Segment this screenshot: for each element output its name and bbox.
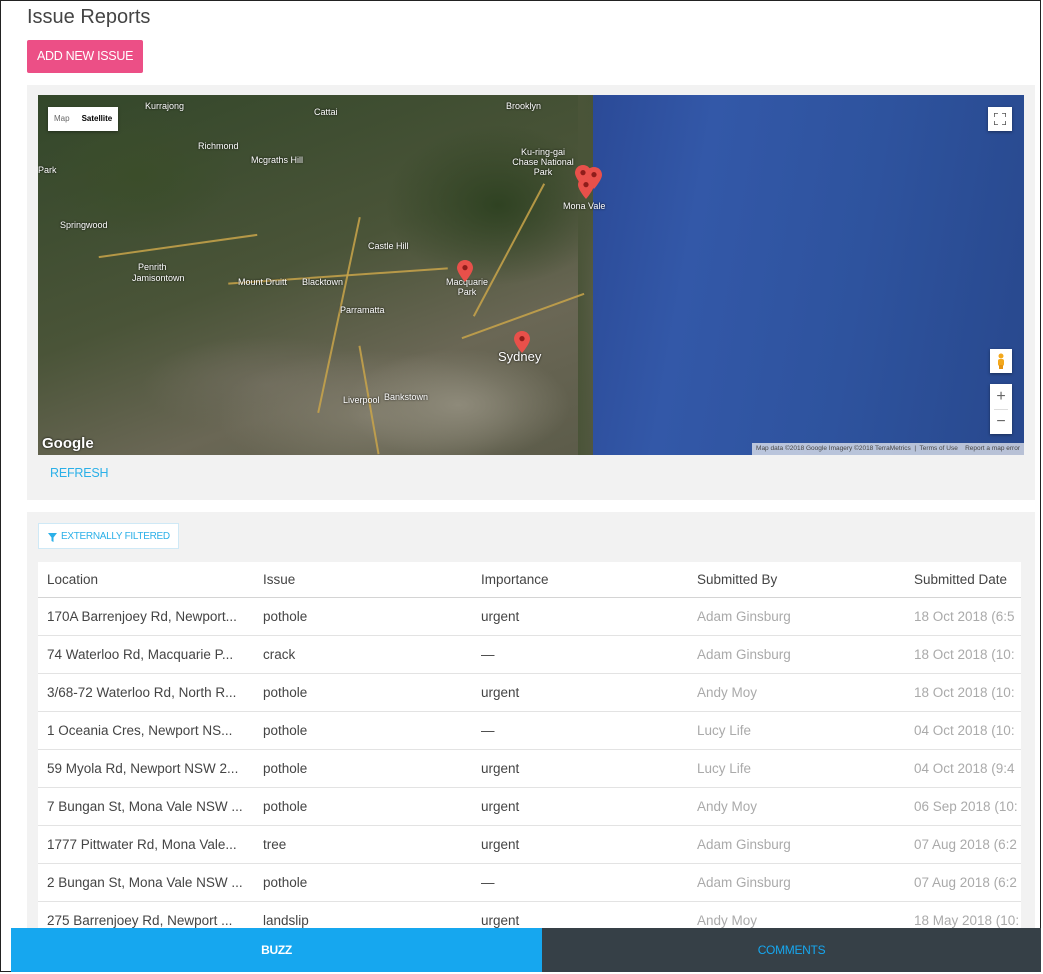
fullscreen-icon[interactable] <box>988 107 1012 131</box>
map-type-satellite[interactable]: Satellite <box>76 107 119 131</box>
table-row[interactable]: 74 Waterloo Rd, Macquarie P... crack — Adam… <box>38 636 1021 674</box>
map-type-control[interactable]: Map Satellite <box>48 107 119 131</box>
terms-of-use-link[interactable]: Terms of Use <box>920 445 958 452</box>
cell-importance: urgent <box>481 609 520 624</box>
street-view-pegman-icon[interactable] <box>990 349 1012 373</box>
zoom-in-button[interactable]: + <box>996 385 1005 409</box>
map-label: Mona Vale <box>563 201 606 211</box>
table-header-row: Location Issue Importance Submitted By S… <box>38 562 1021 598</box>
map-label: Kurrajong <box>145 101 185 111</box>
cell-submitted-by: Adam Ginsburg <box>697 837 791 852</box>
map-label: Ku-ring-gai Chase National Park <box>512 147 574 177</box>
cell-submitted-by: Adam Ginsburg <box>697 875 791 890</box>
map-label: Mcgraths Hill <box>251 155 304 165</box>
cell-location: 170A Barrenjoey Rd, Newport... <box>47 609 237 624</box>
column-header-submitted-by[interactable]: Submitted By <box>697 562 897 598</box>
cell-issue: crack <box>263 647 296 662</box>
cell-issue: pothole <box>263 799 308 814</box>
map-label: Park <box>38 165 57 175</box>
map-label: Richmond <box>198 141 239 151</box>
filter-label: EXTERNALLY FILTERED <box>61 531 170 542</box>
google-logo: Google <box>42 435 94 452</box>
cell-location: 2 Bungan St, Mona Vale NSW ... <box>47 875 243 890</box>
cell-submitted-date: 18 Oct 2018 (6:5 <box>914 609 1015 624</box>
page-title: Issue Reports <box>27 6 151 28</box>
cell-submitted-by: Andy Moy <box>697 799 758 814</box>
cell-location: 7 Bungan St, Mona Vale NSW ... <box>47 799 243 814</box>
cell-submitted-by: Adam Ginsburg <box>697 647 791 662</box>
map-label: Castle Hill <box>368 241 409 251</box>
column-header-issue[interactable]: Issue <box>263 562 463 598</box>
map-type-map[interactable]: Map <box>48 107 76 131</box>
externally-filtered-button[interactable]: EXTERNALLY FILTERED <box>38 523 179 549</box>
zoom-out-button[interactable]: − <box>996 410 1005 434</box>
cell-importance: urgent <box>481 799 520 814</box>
column-header-submitted-date[interactable]: Submitted Date <box>914 562 1021 598</box>
tab-buzz[interactable]: BUZZ <box>11 928 542 972</box>
cell-submitted-date: 07 Aug 2018 (6:2 <box>914 875 1017 890</box>
table-row[interactable]: 1777 Pittwater Rd, Mona Vale... tree urgen… <box>38 826 1021 864</box>
map-label: Springwood <box>60 220 108 230</box>
map-label: Brooklyn <box>506 101 542 111</box>
map-ocean <box>593 95 1024 455</box>
cell-submitted-by: Adam Ginsburg <box>697 609 791 624</box>
column-header-location[interactable]: Location <box>47 562 252 598</box>
cell-location: 1 Oceania Cres, Newport NS... <box>47 723 233 738</box>
cell-importance: urgent <box>481 761 520 776</box>
issues-table: Location Issue Importance Submitted By S… <box>38 562 1021 940</box>
map-label: Parramatta <box>340 305 385 315</box>
add-new-issue-button[interactable]: ADD NEW ISSUE <box>27 40 144 73</box>
zoom-control: + − <box>990 384 1012 434</box>
map-attribution: Map data ©2018 Google Imagery ©2018 Terr… <box>752 443 1024 455</box>
cell-submitted-by: Lucy Life <box>697 723 752 738</box>
cell-importance: — <box>481 875 495 890</box>
issue-marker-pin[interactable] <box>514 331 530 353</box>
map-label: Bankstown <box>384 392 429 402</box>
cell-importance: — <box>481 723 495 738</box>
table-row[interactable]: 59 Myola Rd, Newport NSW 2... pothole urge… <box>38 750 1021 788</box>
cell-submitted-date: 18 Oct 2018 (10: <box>914 647 1015 662</box>
table-row[interactable]: 2 Bungan St, Mona Vale NSW ... pothole — Ad… <box>38 864 1021 902</box>
map-label: Penrith <box>138 262 167 272</box>
cell-location: 1777 Pittwater Rd, Mona Vale... <box>47 837 237 852</box>
map-data-attribution: Map data ©2018 Google Imagery ©2018 Terr… <box>756 445 911 452</box>
map-label: Liverpool <box>343 395 380 405</box>
cell-location: 3/68-72 Waterloo Rd, North R... <box>47 685 237 700</box>
map-label: Jamisontown <box>132 273 185 283</box>
cell-importance: urgent <box>481 685 520 700</box>
cell-issue: tree <box>263 837 287 852</box>
issue-marker-pin[interactable] <box>457 260 473 282</box>
issue-marker-pin[interactable] <box>578 177 594 199</box>
refresh-button[interactable]: REFRESH <box>50 466 109 480</box>
report-map-error-link[interactable]: Report a map error <box>965 445 1020 452</box>
map-label: Mount Druitt <box>238 277 288 287</box>
column-header-importance[interactable]: Importance <box>481 562 681 598</box>
cell-issue: pothole <box>263 723 308 738</box>
cell-issue: pothole <box>263 875 308 890</box>
table-row[interactable]: 3/68-72 Waterloo Rd, North R... pothole ur… <box>38 674 1021 712</box>
cell-submitted-by: Lucy Life <box>697 761 752 776</box>
table-row[interactable]: 7 Bungan St, Mona Vale NSW ... pothole urg… <box>38 788 1021 826</box>
filter-icon <box>48 533 57 542</box>
map-view[interactable]: Map Satellite Kurrajong Cattai Brooklyn … <box>38 95 1024 455</box>
cell-issue: pothole <box>263 609 308 624</box>
cell-importance: urgent <box>481 837 520 852</box>
tab-comments[interactable]: COMMENTS <box>542 928 1041 972</box>
cell-issue: pothole <box>263 685 308 700</box>
cell-submitted-date: 18 Oct 2018 (10: <box>914 685 1015 700</box>
map-label: Cattai <box>314 107 338 117</box>
map-label: Blacktown <box>302 277 344 287</box>
table-row[interactable]: 1 Oceania Cres, Newport NS... pothole — Luc… <box>38 712 1021 750</box>
cell-submitted-by: Andy Moy <box>697 685 758 700</box>
bottom-nav: BUZZ COMMENTS <box>11 928 1041 972</box>
cell-submitted-date: 06 Sep 2018 (10: <box>914 799 1018 814</box>
cell-issue: pothole <box>263 761 308 776</box>
cell-location: 59 Myola Rd, Newport NSW 2... <box>47 761 239 776</box>
cell-importance: — <box>481 647 495 662</box>
cell-submitted-date: 04 Oct 2018 (9:4 <box>914 761 1015 776</box>
cell-location: 74 Waterloo Rd, Macquarie P... <box>47 647 234 662</box>
cell-submitted-date: 04 Oct 2018 (10: <box>914 723 1015 738</box>
cell-submitted-date: 07 Aug 2018 (6:2 <box>914 837 1017 852</box>
table-row[interactable]: 170A Barrenjoey Rd, Newport... pothole urg… <box>38 598 1021 636</box>
